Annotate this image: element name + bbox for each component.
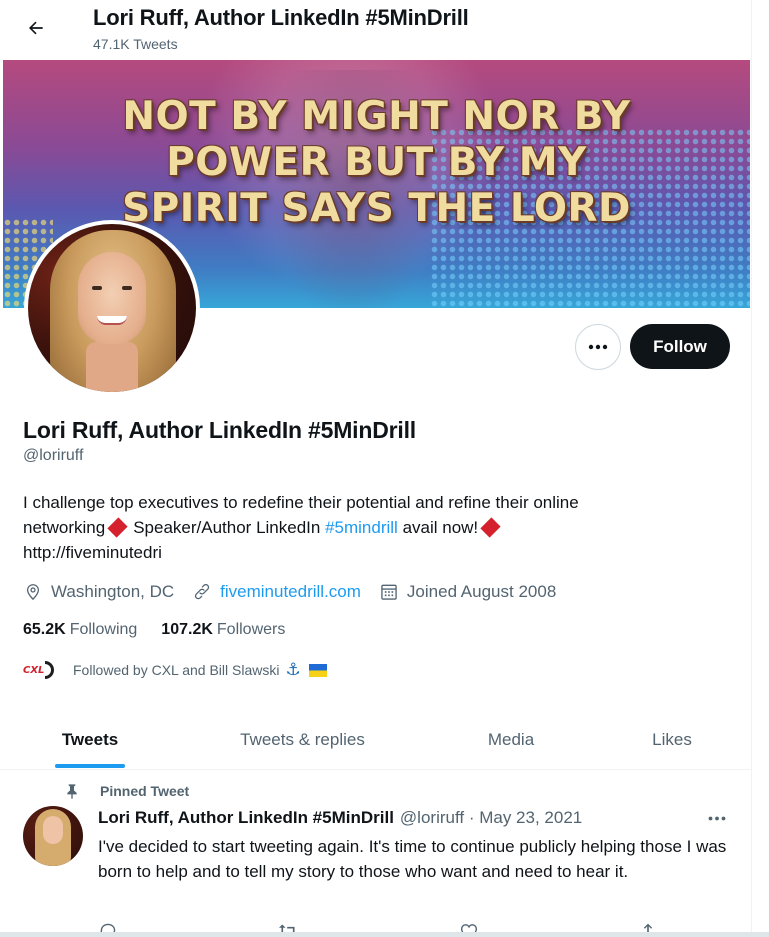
join-date: Joined August 2008 <box>379 582 556 602</box>
avatar-neck <box>86 342 138 392</box>
profile-bio: I challenge top executives to redefine t… <box>23 490 663 565</box>
bio-text: avail now! <box>402 518 479 537</box>
followers-link[interactable]: 107.2K Followers <box>161 621 285 639</box>
tweet-author-avatar[interactable] <box>23 806 83 866</box>
tweet-handle-date[interactable]: @loriruff · May 23, 2021 <box>400 808 582 828</box>
profile-page: Lori Ruff, Author LinkedIn #5MinDrill 47… <box>0 0 769 937</box>
followers-label: Followers <box>216 621 286 638</box>
pin-icon <box>67 784 77 799</box>
bottom-scroll-edge <box>0 932 769 937</box>
avatar-face <box>78 252 146 344</box>
tab-tweets-replies[interactable]: Tweets & replies <box>180 710 425 770</box>
more-options-button[interactable] <box>575 324 621 370</box>
active-tab-indicator <box>55 764 125 768</box>
following-link[interactable]: 65.2K Following <box>23 621 137 639</box>
pinned-tweet-label: Pinned Tweet <box>64 780 189 802</box>
tweet-avatar-face <box>43 816 63 844</box>
profile-handle: @loriruff <box>23 447 84 464</box>
profile-name: Lori Ruff, Author LinkedIn #5MinDrill <box>23 417 416 443</box>
tab-media[interactable]: Media <box>425 710 597 770</box>
bio-url: http://fiveminutedri <box>23 543 162 562</box>
ukraine-flag-icon <box>308 663 327 677</box>
followers-count: 107.2K <box>161 621 213 638</box>
profile-tabs: Tweets Tweets & replies Media Likes <box>0 710 751 770</box>
website-link[interactable]: fiveminutedrill.com <box>220 582 361 602</box>
cxl-avatar: CXL <box>23 658 57 682</box>
tweet-author-name[interactable]: Lori Ruff, Author LinkedIn #5MinDrill <box>98 808 394 828</box>
tab-tweets[interactable]: Tweets <box>0 710 180 770</box>
anchor-icon: ⚓ <box>285 660 301 679</box>
tweet-text: I've decided to start tweeting again. It… <box>98 837 727 881</box>
cxl-logo-text: CXL <box>23 664 45 676</box>
follow-button[interactable]: Follow <box>630 324 730 369</box>
avatar-photo <box>28 224 196 392</box>
column-divider <box>751 0 752 937</box>
profile-meta: Washington, DC fiveminutedrill.com Joine… <box>23 580 574 604</box>
location-icon <box>27 584 39 600</box>
bio-text: Speaker/Author LinkedIn <box>133 518 321 537</box>
banner-text: NOT BY MIGHT NOR BY POWER BUT BY MY SPIR… <box>3 94 750 232</box>
banner-line: POWER BUT BY MY <box>166 140 587 185</box>
banner-line: NOT BY MIGHT NOR BY <box>122 94 631 139</box>
following-count: 65.2K <box>23 621 66 638</box>
avatar-eye <box>122 286 132 290</box>
followed-by-text: Followed by CXL and Bill Slawski <box>73 662 280 678</box>
following-label: Following <box>69 621 138 638</box>
avatar-smile <box>97 316 127 325</box>
diamond-icon <box>107 517 128 538</box>
website: fiveminutedrill.com <box>192 582 361 602</box>
diamond-icon <box>480 517 501 538</box>
pinned-label-text: Pinned Tweet <box>100 783 190 799</box>
header-title: Lori Ruff, Author LinkedIn #5MinDrill <box>93 5 469 30</box>
join-date-text: Joined August 2008 <box>406 582 557 601</box>
tweet-more-button[interactable] <box>700 806 734 830</box>
location: Washington, DC <box>23 582 174 602</box>
location-text: Washington, DC <box>51 582 175 601</box>
avatar-eye <box>92 286 102 290</box>
link-icon <box>195 583 210 600</box>
more-icon <box>588 344 608 350</box>
tweet-header: Lori Ruff, Author LinkedIn #5MinDrill @l… <box>98 807 582 829</box>
back-arrow-icon <box>29 21 43 35</box>
cxl-logo-arc <box>45 661 55 679</box>
more-icon <box>708 816 726 820</box>
profile-avatar[interactable] <box>24 220 200 396</box>
profile-header: Lori Ruff, Author LinkedIn #5MinDrill 47… <box>0 0 751 60</box>
bio-hashtag-link[interactable]: #5mindrill <box>325 518 398 537</box>
followed-by[interactable]: CXL Followed by CXL and Bill Slawski ⚓ <box>23 657 327 683</box>
follow-counts: 65.2K Following 107.2K Followers <box>23 621 309 639</box>
calendar-icon <box>381 584 397 600</box>
tweet-count: 47.1K Tweets <box>93 36 178 52</box>
tab-likes[interactable]: Likes <box>597 710 747 770</box>
back-button[interactable] <box>20 14 52 42</box>
